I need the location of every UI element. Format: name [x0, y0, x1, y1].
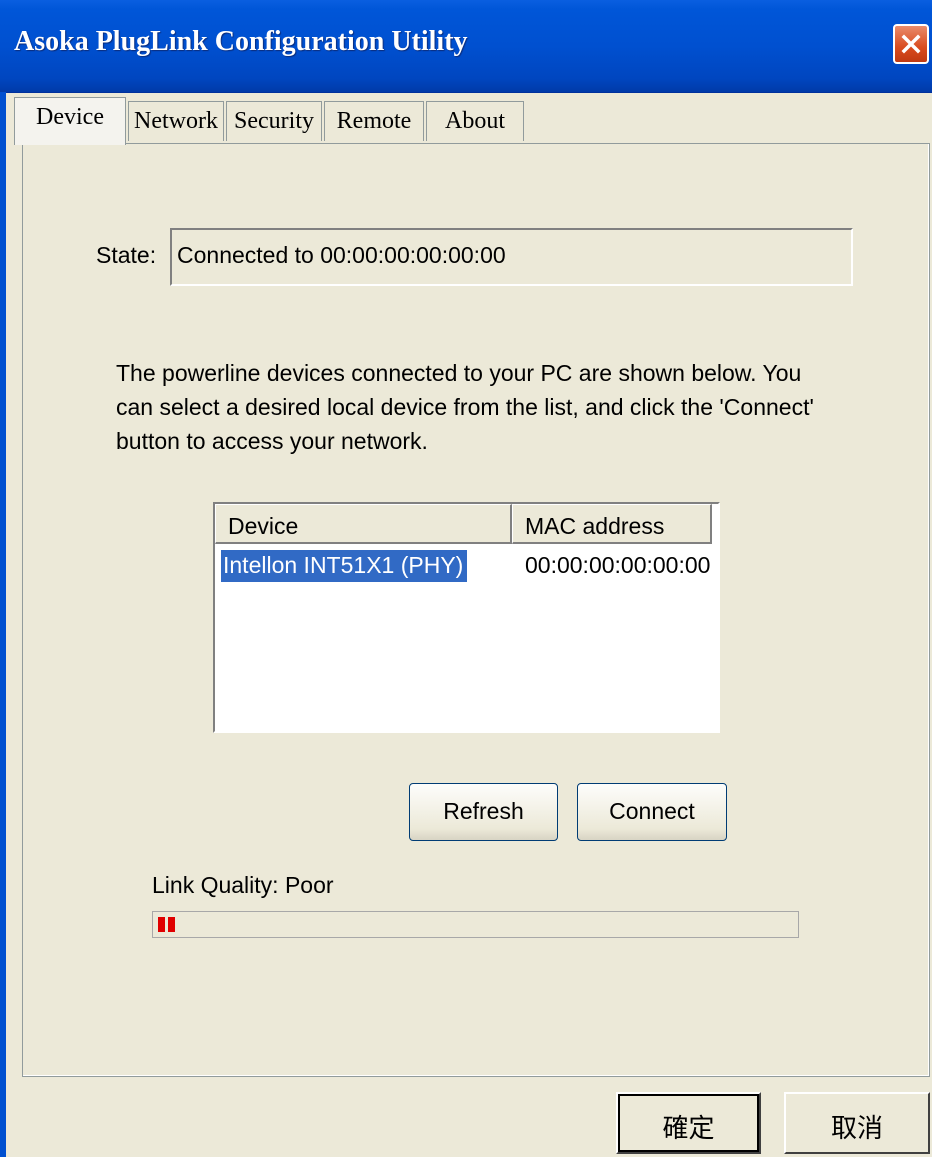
window-title: Asoka PlugLink Configuration Utility	[14, 26, 468, 57]
config-utility-window: Asoka PlugLink Configuration Utility Dev…	[0, 0, 932, 1157]
column-header-device[interactable]: Device	[215, 504, 512, 544]
state-field: Connected to 00:00:00:00:00:00	[170, 228, 853, 286]
state-label: State:	[96, 242, 157, 268]
list-item[interactable]: Intellon INT51X1 (PHY) 00:00:00:00:00:00	[215, 546, 718, 583]
column-header-mac[interactable]: MAC address	[512, 504, 712, 544]
device-list-header: Device MAC address	[215, 504, 718, 544]
description-text: The powerline devices connected to your …	[116, 360, 814, 454]
ok-button[interactable]: 確定	[616, 1092, 761, 1154]
cancel-button[interactable]: 取消	[784, 1092, 930, 1154]
tab-about[interactable]: About	[426, 101, 524, 141]
refresh-button[interactable]: Refresh	[409, 783, 558, 841]
tab-network[interactable]: Network	[128, 101, 224, 141]
link-quality-segment	[168, 917, 175, 932]
tab-remote[interactable]: Remote	[324, 101, 424, 141]
window-border	[0, 92, 6, 1157]
device-name-cell: Intellon INT51X1 (PHY)	[219, 549, 469, 583]
device-list[interactable]: Device MAC address Intellon INT51X1 (PHY…	[213, 502, 720, 733]
title-bar[interactable]: Asoka PlugLink Configuration Utility	[0, 0, 932, 93]
tab-device[interactable]: Device	[14, 97, 126, 145]
connect-button[interactable]: Connect	[577, 783, 727, 841]
mac-address-cell: 00:00:00:00:00:00	[525, 552, 711, 578]
tab-security[interactable]: Security	[226, 101, 322, 141]
link-quality-segment	[158, 917, 165, 932]
link-quality-bar	[152, 911, 799, 938]
link-quality-label: Link Quality: Poor	[152, 872, 334, 898]
close-icon	[901, 34, 921, 54]
close-button[interactable]	[893, 24, 929, 64]
